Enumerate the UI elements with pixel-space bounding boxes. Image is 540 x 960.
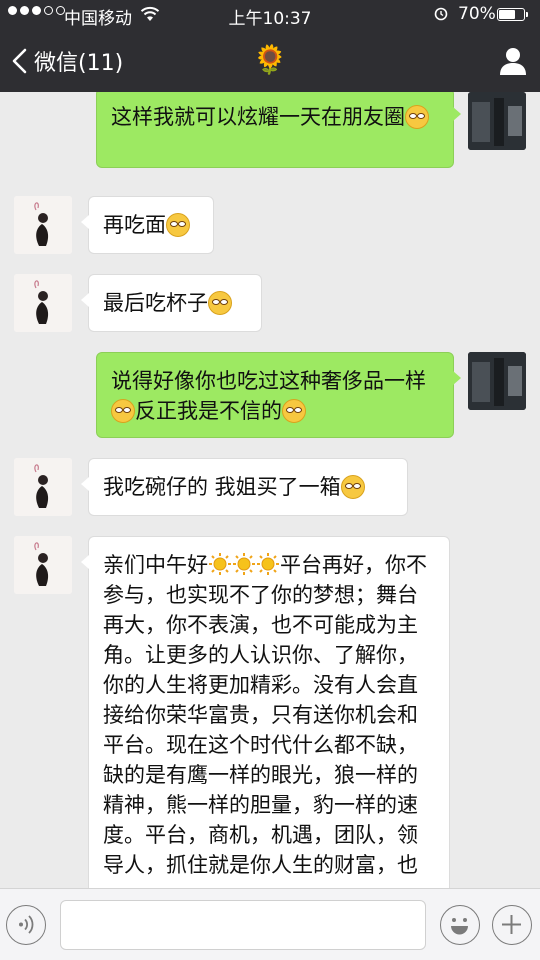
battery-level (499, 10, 515, 19)
plus-button[interactable] (492, 905, 532, 945)
alarm-icon (434, 7, 448, 21)
sun-emoji-icon (257, 553, 279, 575)
avatar[interactable] (468, 352, 526, 410)
avatar[interactable] (14, 458, 72, 516)
message-text: 再吃面 (103, 213, 166, 237)
avatar[interactable] (14, 274, 72, 332)
battery-percent: 70% (458, 4, 496, 24)
smile-emoji-icon (208, 291, 232, 315)
message-bubble[interactable]: 亲们中午好 平台再好，你不参与，也实现不了你的梦想；舞台再大，你不表演，也不可能成… (81, 536, 450, 888)
message-text-part: 说得好像你也吃过这种奢侈品一样 (111, 369, 426, 393)
avatar[interactable] (14, 536, 72, 594)
back-label: 微信(11) (34, 51, 124, 76)
message-bubble[interactable]: 我吃碗仔的 我姐买了一箱 (81, 458, 408, 516)
message-text: 我吃碗仔的 我姐买了一箱 (103, 475, 341, 499)
chat-area[interactable]: 这样我就可以炫耀一天在朋友圈 再吃面 最后吃杯子 说得好像你也吃过这种奢侈品一样… (0, 92, 540, 888)
battery-icon (497, 8, 528, 21)
smile-emoji-icon (282, 399, 306, 423)
message-bubble[interactable]: 再吃面 (81, 196, 214, 254)
status-bar: 中国移动 上午10:37 70% (0, 0, 540, 30)
avatar[interactable] (14, 196, 72, 254)
chat-title-sunflower: 🌻 (252, 43, 288, 76)
sun-emoji-icon (233, 553, 255, 575)
message-bubble[interactable]: 这样我就可以炫耀一天在朋友圈 (96, 92, 461, 168)
smile-emoji-icon (111, 399, 135, 423)
message-input[interactable] (60, 900, 426, 950)
sun-emoji-icon (209, 553, 231, 575)
voice-icon (19, 915, 34, 934)
message-text: 最后吃杯子 (103, 291, 208, 315)
message-bubble[interactable]: 说得好像你也吃过这种奢侈品一样反正我是不信的 (96, 352, 461, 438)
nav-bar: 微信(11) 🌻 (0, 30, 540, 92)
smile-emoji-icon (405, 105, 429, 129)
message-bubble[interactable]: 最后吃杯子 (81, 274, 262, 332)
smile-emoji-icon (166, 213, 190, 237)
emoji-button[interactable] (440, 905, 480, 945)
profile-icon[interactable] (496, 44, 530, 78)
message-text: 平台再好，你不参与，也实现不了你的梦想；舞台再大，你不表演，也不可能成为主角。让… (103, 553, 427, 877)
avatar[interactable] (468, 92, 526, 150)
message-text-lead: 亲们中午好 (103, 553, 208, 577)
chevron-left-icon (12, 48, 27, 74)
voice-button[interactable] (6, 905, 46, 945)
input-bar (0, 888, 540, 960)
message-text: 这样我就可以炫耀一天在朋友圈 (111, 105, 405, 129)
back-button[interactable]: 微信(11) (10, 44, 123, 78)
message-text-part: 反正我是不信的 (135, 399, 282, 423)
emoji-icon (451, 918, 468, 935)
smile-emoji-icon (340, 475, 365, 499)
plus-icon (502, 915, 521, 934)
